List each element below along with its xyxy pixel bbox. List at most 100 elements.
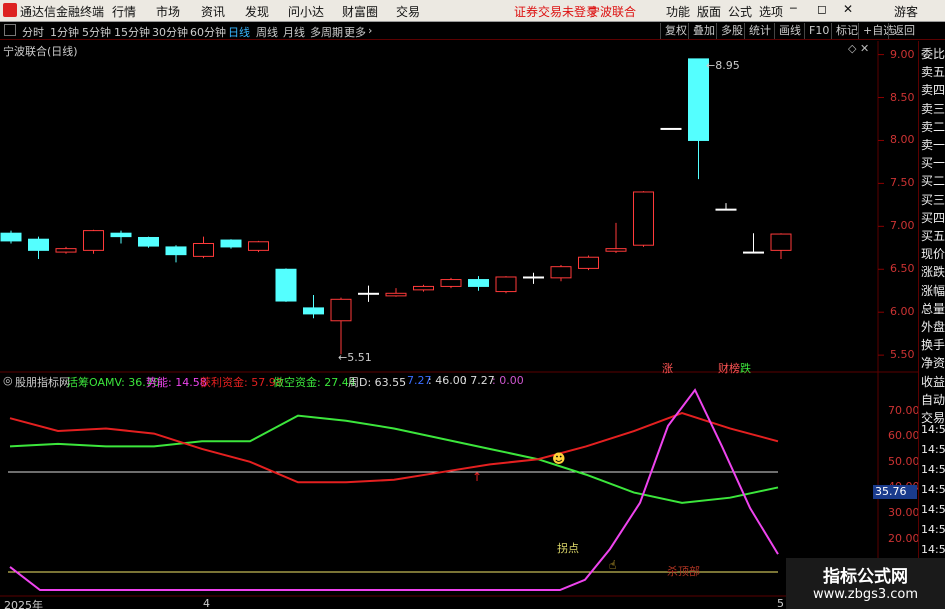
indicator-y-tick: 20.00: [888, 531, 920, 545]
indicator-y-tick: 30.00: [888, 506, 920, 520]
main-y-tick: 8.00: [890, 133, 915, 147]
side-panel-item[interactable]: 委比: [921, 45, 945, 62]
tag-cai[interactable]: 财: [718, 360, 729, 376]
candle: [743, 233, 764, 254]
side-panel-item[interactable]: 总量: [921, 300, 945, 317]
tag-bang[interactable]: 榜: [729, 360, 740, 376]
candle: [688, 58, 709, 180]
indicator-value-label: : 0.00: [492, 374, 524, 387]
candle-body: [193, 242, 214, 257]
side-panel-item[interactable]: 卖三: [921, 100, 945, 117]
quote-side-panel: 委比 卖五 卖四卖三 卖二 卖一 买一 买二买三 买四 买五 现价 涨跌涨幅 总量 外盘 换手 净资收益 自动…: [918, 41, 945, 609]
indicator-name[interactable]: 股朋指标网: [15, 374, 70, 390]
candle: [440, 277, 462, 289]
candlestick-series: [0, 58, 792, 355]
candle-body: [495, 276, 517, 293]
candle: [193, 236, 214, 259]
candle-body: [413, 285, 434, 291]
indicator-value-label: : 46.00: [428, 374, 467, 387]
tag-die[interactable]: 跌: [740, 360, 751, 376]
side-panel-time: 14:56: [921, 503, 945, 516]
smile-icon: ☻: [552, 452, 566, 467]
side-panel-item[interactable]: 买五: [921, 227, 945, 244]
side-panel-time: 14:56: [921, 423, 945, 436]
candle-body: [578, 256, 599, 269]
side-panel-item[interactable]: 现价: [921, 245, 945, 262]
indicator-value-label: 获利资金: 57.98: [200, 376, 283, 389]
side-panel-time: 14:56: [921, 463, 945, 476]
candle: [83, 229, 104, 254]
low-price-label: ←5.51: [338, 351, 372, 364]
side-panel-item[interactable]: 卖四: [921, 81, 945, 98]
candle-body: [303, 307, 324, 315]
candle: [165, 245, 187, 263]
candle-body: [330, 298, 352, 322]
main-y-tick: 7.00: [890, 219, 915, 233]
candle: [0, 230, 22, 244]
time-label-april: 4: [203, 597, 210, 609]
side-panel-item[interactable]: 买四: [921, 209, 945, 226]
candle: [248, 240, 269, 253]
tag-zhang[interactable]: 涨: [662, 360, 673, 376]
shading-annotation: 杀顶部: [667, 565, 700, 578]
side-panel-item[interactable]: 卖五: [921, 63, 945, 80]
candle-body: [715, 208, 737, 211]
indicator-y-tick: 60.00: [888, 429, 920, 443]
indicator-value-label: 做空资金: 27.44: [273, 376, 356, 389]
main-y-tick: 7.50: [890, 176, 915, 190]
candle-body: [220, 239, 242, 248]
candle-body: [83, 230, 104, 251]
main-y-tick: 9.00: [890, 47, 915, 61]
candle: [358, 285, 379, 302]
side-panel-item[interactable]: 卖二: [921, 118, 945, 135]
indicator-y-tick: 70.00: [888, 403, 920, 417]
candle: [220, 239, 242, 249]
side-panel-item[interactable]: 涨跌: [921, 263, 945, 280]
high-price-label: ←8.95: [706, 59, 740, 72]
side-panel-item[interactable]: 外盘: [921, 318, 945, 335]
candle: [633, 191, 654, 247]
indicator-settings-icon[interactable]: ◎: [3, 374, 13, 387]
side-panel-item[interactable]: 涨幅: [921, 282, 945, 299]
candle-body: [165, 246, 187, 256]
candle: [550, 264, 572, 282]
indicator-value-label: 势能: 14.58: [146, 376, 207, 389]
side-panel-item[interactable]: 自动: [921, 391, 945, 408]
candle-body: [275, 268, 297, 302]
candle-body: [523, 276, 544, 279]
chart-canvas: [0, 41, 918, 609]
candle-body: [385, 292, 407, 297]
candle-body: [358, 292, 379, 295]
candle: [715, 203, 737, 211]
side-panel-item[interactable]: 买一: [921, 154, 945, 171]
main-y-tick: 6.50: [890, 262, 915, 276]
side-panel-item[interactable]: 净资: [921, 354, 945, 371]
candle: [275, 268, 297, 302]
candle-body: [550, 266, 572, 279]
candle: [495, 276, 517, 294]
candle: [303, 295, 324, 319]
candle: [55, 246, 77, 254]
series-line-0: [9, 414, 779, 504]
side-panel-item[interactable]: 换手: [921, 336, 945, 353]
candle: [605, 222, 627, 253]
candle: [28, 236, 49, 259]
side-panel-item[interactable]: 买二: [921, 172, 945, 189]
up-arrow-icon: ↑: [472, 470, 483, 484]
main-y-tick: 5.50: [890, 348, 915, 362]
candle-body: [633, 191, 654, 246]
side-panel-item[interactable]: 买三: [921, 191, 945, 208]
candle: [138, 236, 159, 248]
main-y-tick: 6.00: [890, 305, 915, 319]
side-panel-item[interactable]: 收益: [921, 373, 945, 390]
side-panel-time: 14:56: [921, 523, 945, 536]
side-panel-item[interactable]: 卖一: [921, 136, 945, 153]
candle-body: [138, 236, 159, 247]
indicator-value-label: 周D: 63.55: [348, 376, 407, 389]
side-panel-time: 14:56: [921, 443, 945, 456]
candle-body: [468, 279, 489, 287]
candle-body: [110, 232, 132, 238]
time-label-year: 2025年: [4, 599, 43, 609]
guaidian-annotation: 拐点: [557, 542, 579, 555]
indicator-y-tick: 50.00: [888, 454, 920, 468]
